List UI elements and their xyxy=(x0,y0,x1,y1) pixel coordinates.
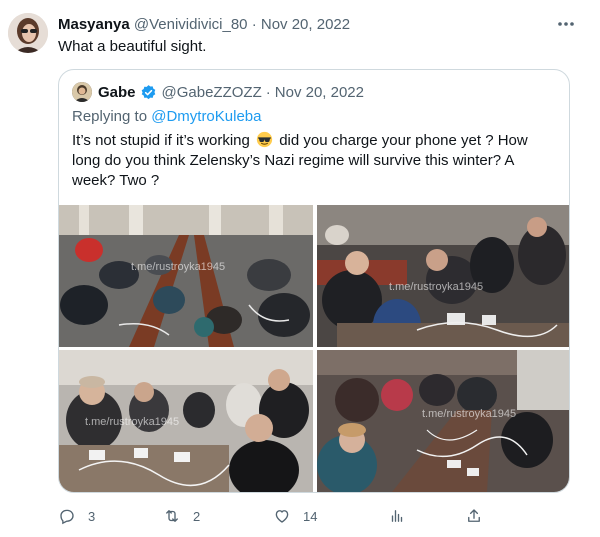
replying-to: Replying to @DmytroKuleba xyxy=(72,107,262,126)
like-count: 14 xyxy=(303,508,318,524)
tweet-text: What a beautiful sight. xyxy=(58,38,207,55)
tweet-actions: 3 2 14 xyxy=(58,505,528,527)
author-avatar[interactable] xyxy=(8,13,48,53)
photo-2[interactable]: t.me/rustroyka1945 xyxy=(317,205,569,347)
verified-badge-icon xyxy=(140,84,157,101)
photo-1[interactable]: t.me/rustroyka1945 xyxy=(59,205,313,347)
photo-2-watermark: t.me/rustroyka1945 xyxy=(389,281,484,293)
retweet-button[interactable]: 2 xyxy=(163,505,200,527)
photo-3-watermark: t.me/rustroyka1945 xyxy=(85,416,180,428)
quoted-text-part-1: It’s not stupid if it’s working xyxy=(72,132,250,149)
header-separator: · xyxy=(251,16,257,33)
photo-4-watermark: t.me/rustroyka1945 xyxy=(422,408,517,420)
retweet-icon xyxy=(166,510,178,522)
photo-4[interactable]: t.me/rustroyka1945 xyxy=(317,350,569,492)
like-button[interactable]: 14 xyxy=(273,505,317,527)
photo-3[interactable]: t.me/rustroyka1945 xyxy=(59,350,313,492)
quoted-header-separator: · xyxy=(265,83,271,101)
author-name[interactable]: Masyanya xyxy=(58,16,130,33)
tweet[interactable]: Masyanya @Venividivici_80 · Nov 20, 2022… xyxy=(0,0,600,537)
heart-icon xyxy=(275,510,289,523)
author-handle[interactable]: @Venividivici_80 xyxy=(134,16,248,33)
retweet-count: 2 xyxy=(193,508,201,524)
share-button[interactable] xyxy=(465,505,495,527)
share-icon xyxy=(468,509,480,522)
quoted-tweet-header: Gabe @GabeZZOZZ · Nov 20, 2022 xyxy=(72,82,364,102)
analytics-icon xyxy=(391,510,403,522)
quoted-tweet-text: It’s not stupid if it’s working did you … xyxy=(72,131,557,191)
photo-1-watermark: t.me/rustroyka1945 xyxy=(131,261,226,273)
photo-grid: t.me/rustroyka1945 t.me/rustroyka1945 t.… xyxy=(59,205,569,492)
reply-icon xyxy=(60,509,74,525)
tweet-date[interactable]: Nov 20, 2022 xyxy=(261,16,350,33)
sunglasses-emoji-icon xyxy=(256,131,273,148)
quoted-author-name[interactable]: Gabe xyxy=(98,83,136,102)
reply-count: 3 xyxy=(88,508,96,524)
views-button[interactable] xyxy=(388,505,418,527)
reply-mention-link[interactable]: @DmytroKuleba xyxy=(151,108,261,125)
quoted-author-avatar[interactable] xyxy=(72,82,92,102)
quoted-tweet-date[interactable]: Nov 20, 2022 xyxy=(275,83,364,102)
more-options-icon[interactable] xyxy=(556,14,576,34)
quoted-author-handle[interactable]: @GabeZZOZZ xyxy=(162,83,262,102)
quoted-tweet[interactable]: Gabe @GabeZZOZZ · Nov 20, 2022 Replying … xyxy=(58,69,570,493)
replying-to-label: Replying to xyxy=(72,108,148,125)
reply-button[interactable]: 3 xyxy=(58,505,95,527)
tweet-header: Masyanya @Venividivici_80 · Nov 20, 2022 xyxy=(58,15,350,34)
